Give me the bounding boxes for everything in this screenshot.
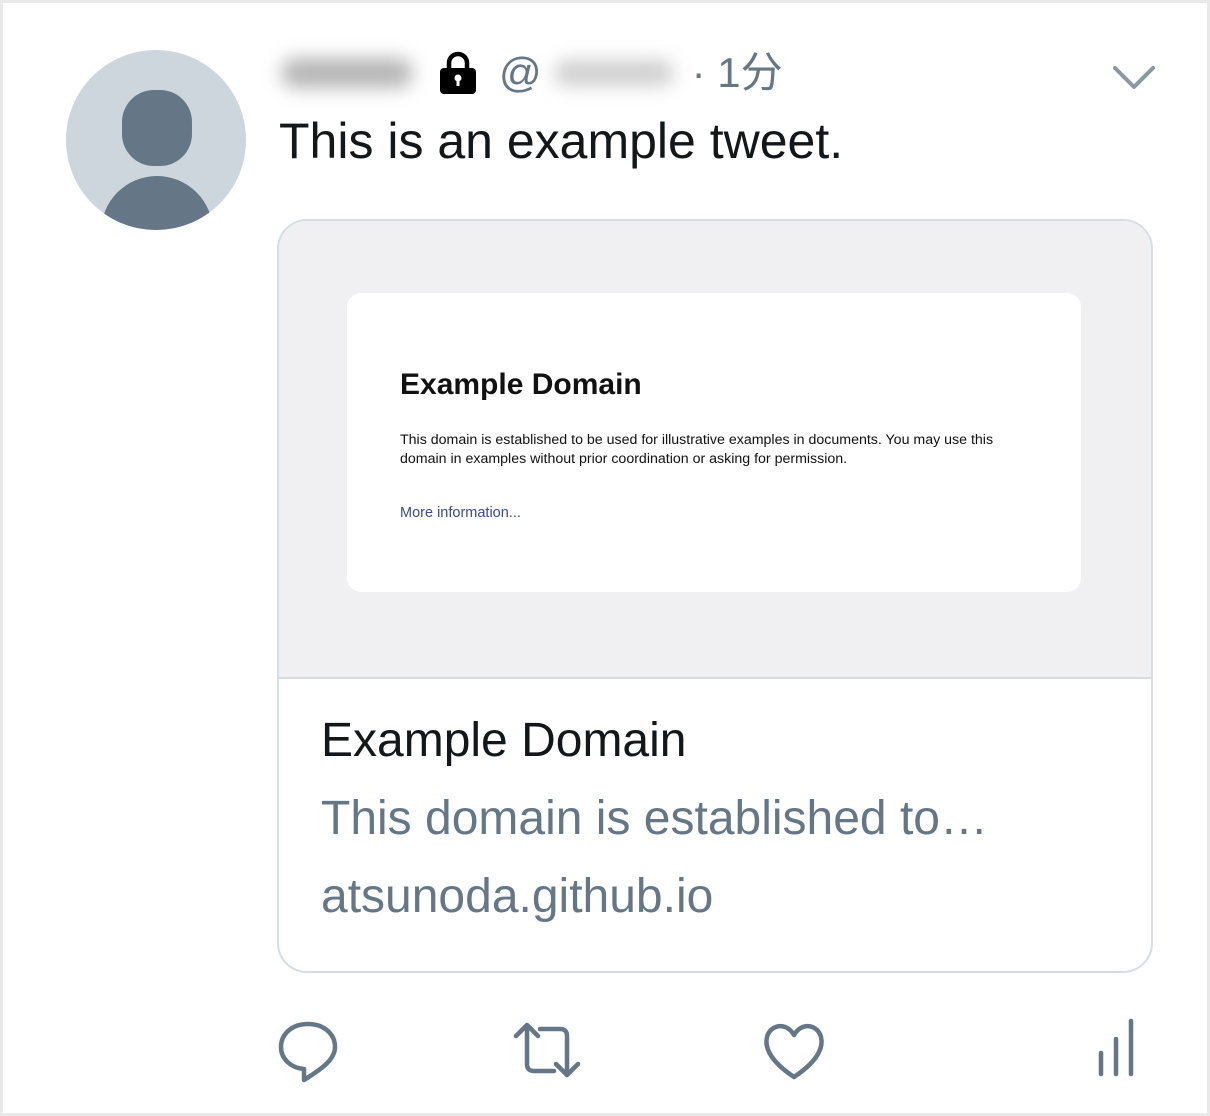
- chevron-down-icon[interactable]: [1109, 58, 1159, 94]
- tweet[interactable]: @ · 1分 This is an example tweet. Example…: [3, 3, 1207, 1113]
- preview-link: More information...: [400, 505, 521, 521]
- preview-page: Example Domain This domain is establishe…: [347, 293, 1081, 592]
- tweet-text: This is an example tweet.: [279, 113, 844, 169]
- card-title[interactable]: Example Domain: [321, 711, 686, 771]
- card-image[interactable]: Example Domain This domain is establishe…: [279, 221, 1151, 679]
- avatar[interactable]: [66, 50, 246, 230]
- tweet-header: @ · 1分: [271, 41, 783, 105]
- handle-prefix[interactable]: @: [499, 52, 542, 94]
- display-name-redacted[interactable]: [271, 42, 423, 104]
- card-domain: atsunoda.github.io: [321, 870, 714, 923]
- handle-redacted[interactable]: [541, 42, 686, 104]
- preview-heading: Example Domain: [400, 368, 642, 401]
- reply-icon[interactable]: [273, 1015, 343, 1085]
- card-description: This domain is established to…: [321, 792, 988, 845]
- retweet-icon[interactable]: [512, 1015, 582, 1085]
- timestamp[interactable]: · 1分: [692, 52, 783, 94]
- link-card[interactable]: Example Domain This domain is establishe…: [277, 219, 1153, 973]
- like-icon[interactable]: [759, 1015, 829, 1085]
- lock-icon: [440, 51, 476, 94]
- default-profile-icon: [101, 90, 213, 230]
- analytics-icon[interactable]: [1084, 1015, 1154, 1085]
- preview-body: This domain is established to be used fo…: [400, 432, 994, 467]
